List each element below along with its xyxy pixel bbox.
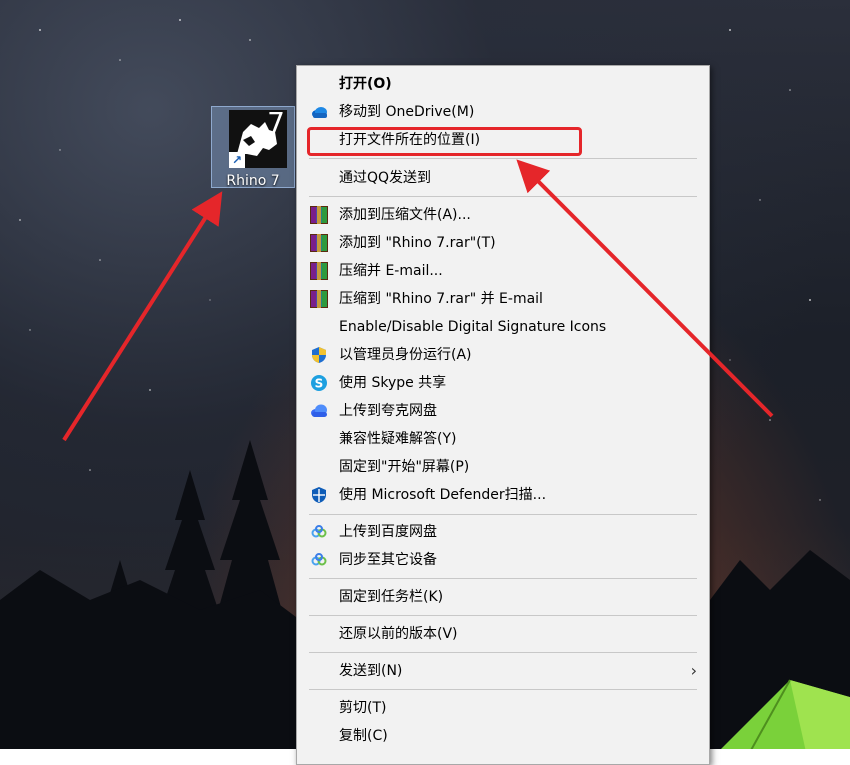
menu-item-share-with-skype[interactable]: S 使用 Skype 共享 <box>297 369 709 397</box>
menu-item-add-to-archive[interactable]: 添加到压缩文件(A)... <box>297 201 709 229</box>
menu-item-compress-and-email[interactable]: 压缩并 E-mail... <box>297 257 709 285</box>
menu-item-label: 剪切(T) <box>339 700 387 716</box>
menu-item-label: Enable/Disable Digital Signature Icons <box>339 319 607 335</box>
menu-item-open[interactable]: 打开(O) <box>297 70 709 98</box>
menu-separator <box>309 514 697 515</box>
menu-item-scan-with-defender[interactable]: 使用 Microsoft Defender扫描... <box>297 481 709 509</box>
menu-item-digital-signature-icons[interactable]: Enable/Disable Digital Signature Icons <box>297 313 709 341</box>
menu-item-pin-to-start[interactable]: 固定到"开始"屏幕(P) <box>297 453 709 481</box>
menu-separator <box>309 615 697 616</box>
menu-item-upload-quark[interactable]: 上传到夸克网盘 <box>297 397 709 425</box>
rhino-logo-icon: 7 ↗ <box>229 106 287 168</box>
menu-item-label: 添加到 "Rhino 7.rar"(T) <box>339 235 496 251</box>
onedrive-icon <box>310 103 328 121</box>
skype-icon: S <box>310 374 328 392</box>
menu-item-cut[interactable]: 剪切(T) <box>297 694 709 722</box>
menu-separator <box>309 158 697 159</box>
green-tent <box>721 679 850 749</box>
menu-separator <box>309 652 697 653</box>
menu-item-label: 同步至其它设备 <box>339 552 437 568</box>
menu-item-label: 使用 Skype 共享 <box>339 375 447 391</box>
menu-separator <box>309 578 697 579</box>
menu-item-restore-previous-versions[interactable]: 还原以前的版本(V) <box>297 620 709 648</box>
menu-separator <box>309 196 697 197</box>
winrar-icon <box>310 234 328 252</box>
shortcut-arrow-icon: ↗ <box>229 152 245 168</box>
menu-item-label: 上传到百度网盘 <box>339 524 437 540</box>
menu-item-move-to-onedrive[interactable]: 移动到 OneDrive(M) <box>297 98 709 126</box>
menu-item-compress-to-rar-and-email[interactable]: 压缩到 "Rhino 7.rar" 并 E-mail <box>297 285 709 313</box>
winrar-icon <box>310 262 328 280</box>
menu-item-label: 打开文件所在的位置(I) <box>339 132 481 148</box>
menu-item-label: 固定到任务栏(K) <box>339 589 444 605</box>
menu-item-troubleshoot-compatibility[interactable]: 兼容性疑难解答(Y) <box>297 425 709 453</box>
menu-item-pin-to-taskbar[interactable]: 固定到任务栏(K) <box>297 583 709 611</box>
menu-item-label: 上传到夸克网盘 <box>339 403 437 419</box>
menu-separator <box>309 689 697 690</box>
menu-item-label: 移动到 OneDrive(M) <box>339 104 475 120</box>
menu-item-label: 兼容性疑难解答(Y) <box>339 431 457 447</box>
defender-icon <box>310 486 328 504</box>
menu-item-label: 固定到"开始"屏幕(P) <box>339 459 470 475</box>
menu-item-label: 使用 Microsoft Defender扫描... <box>339 487 547 503</box>
svg-text:S: S <box>315 377 324 391</box>
menu-item-label: 添加到压缩文件(A)... <box>339 207 471 223</box>
winrar-icon <box>310 206 328 224</box>
menu-item-label: 复制(C) <box>339 728 388 744</box>
menu-item-add-to-rar[interactable]: 添加到 "Rhino 7.rar"(T) <box>297 229 709 257</box>
menu-item-sync-other-devices[interactable]: 同步至其它设备 <box>297 546 709 574</box>
menu-item-label: 通过QQ发送到 <box>339 170 432 186</box>
menu-item-label: 以管理员身份运行(A) <box>339 347 472 363</box>
menu-item-open-file-location[interactable]: 打开文件所在的位置(I) <box>297 126 709 154</box>
menu-item-upload-baidu[interactable]: 上传到百度网盘 <box>297 518 709 546</box>
menu-item-copy[interactable]: 复制(C) <box>297 722 709 750</box>
menu-item-label: 压缩并 E-mail... <box>339 263 443 279</box>
rhino-version-badge: 7 <box>267 106 285 139</box>
menu-item-label: 发送到(N) <box>339 663 403 679</box>
uac-shield-icon <box>310 346 328 364</box>
menu-item-run-as-admin[interactable]: 以管理员身份运行(A) <box>297 341 709 369</box>
desktop-icon-label: Rhino 7 <box>226 173 280 189</box>
baidu-netdisk-icon <box>310 523 328 541</box>
menu-item-label: 还原以前的版本(V) <box>339 626 458 642</box>
rhino-7-shortcut-icon[interactable]: 7 ↗ Rhino 7 <box>211 106 295 189</box>
submenu-chevron-right-icon: › <box>690 661 697 680</box>
quark-cloud-icon <box>310 402 328 420</box>
menu-item-label: 压缩到 "Rhino 7.rar" 并 E-mail <box>339 291 543 307</box>
winrar-icon <box>310 290 328 308</box>
menu-item-send-to[interactable]: 发送到(N) › <box>297 657 709 685</box>
context-menu: 打开(O) 移动到 OneDrive(M) 打开文件所在的位置(I) 通过QQ发… <box>296 65 710 765</box>
menu-item-send-via-qq[interactable]: 通过QQ发送到 <box>297 164 709 192</box>
baidu-netdisk-icon <box>310 551 328 569</box>
menu-item-label: 打开(O) <box>339 76 392 92</box>
